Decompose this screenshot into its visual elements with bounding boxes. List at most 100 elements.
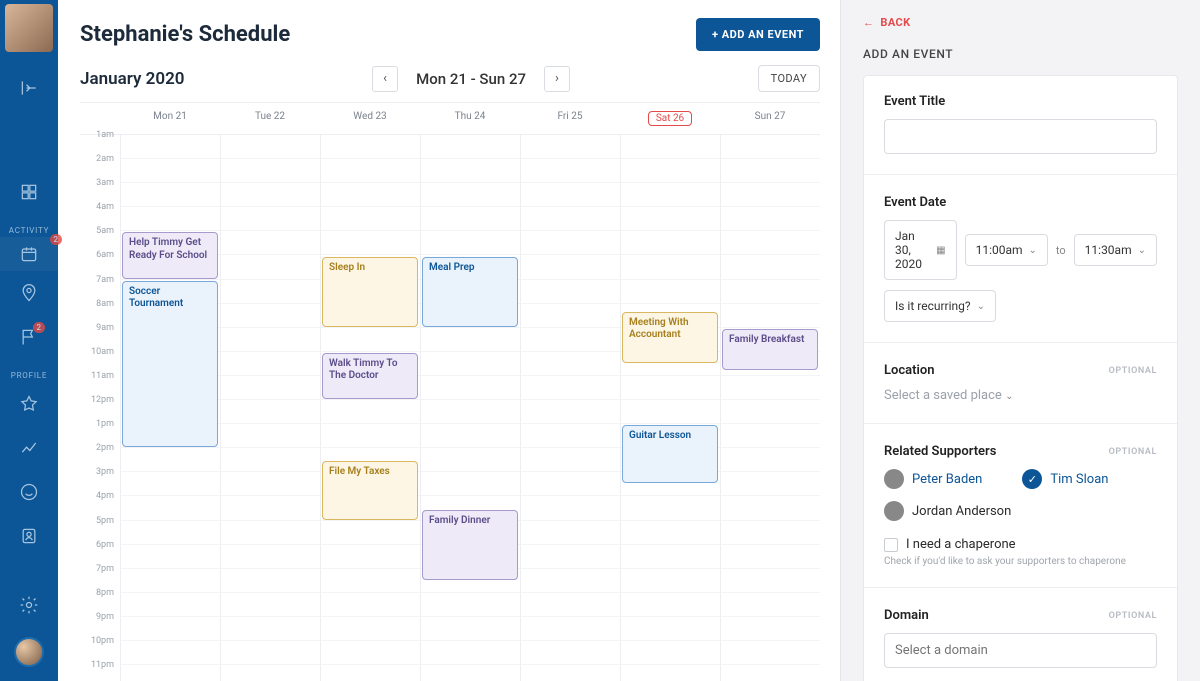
calendar-cell[interactable]	[520, 207, 620, 231]
calendar-cell[interactable]	[520, 280, 620, 304]
supporter-option[interactable]: Jordan Anderson	[884, 501, 1011, 521]
calendar-cell[interactable]	[320, 545, 420, 569]
calendar-cell[interactable]	[720, 207, 820, 231]
calendar-cell[interactable]	[720, 665, 820, 681]
calendar-cell[interactable]	[520, 448, 620, 472]
calendar-cell[interactable]	[520, 472, 620, 496]
chat-icon[interactable]	[17, 480, 41, 504]
dashboard-icon[interactable]	[17, 180, 41, 204]
calendar-cell[interactable]	[520, 304, 620, 328]
calendar-cell[interactable]	[720, 496, 820, 520]
calendar-cell[interactable]	[720, 617, 820, 641]
calendar-event[interactable]: Sleep In	[322, 257, 418, 327]
calendar-cell[interactable]	[320, 400, 420, 424]
calendar-cell[interactable]	[620, 521, 720, 545]
calendar-cell[interactable]	[520, 617, 620, 641]
location-icon[interactable]	[17, 281, 41, 305]
calendar-event[interactable]: Meal Prep	[422, 257, 518, 327]
calendar-cell[interactable]	[120, 521, 220, 545]
calendar-event[interactable]: Help Timmy Get Ready For School	[122, 232, 218, 278]
calendar-cell[interactable]	[320, 665, 420, 681]
calendar-cell[interactable]	[720, 424, 820, 448]
calendar-cell[interactable]	[520, 593, 620, 617]
calendar-cell[interactable]	[220, 328, 320, 352]
calendar-cell[interactable]	[420, 376, 520, 400]
calendar-cell[interactable]	[520, 545, 620, 569]
calendar-event[interactable]: Soccer Tournament	[122, 281, 218, 448]
calendar-cell[interactable]	[220, 641, 320, 665]
calendar-cell[interactable]	[520, 135, 620, 159]
date-picker[interactable]: Jan 30, 2020 ▦	[884, 220, 957, 280]
calendar-cell[interactable]	[720, 255, 820, 279]
calendar-cell[interactable]	[620, 376, 720, 400]
calendar-cell[interactable]	[520, 641, 620, 665]
calendar-cell[interactable]	[620, 593, 720, 617]
calendar-cell[interactable]	[320, 641, 420, 665]
calendar-cell[interactable]	[220, 207, 320, 231]
calendar-cell[interactable]	[120, 569, 220, 593]
calendar-cell[interactable]	[120, 448, 220, 472]
calendar-event[interactable]: Family Dinner	[422, 510, 518, 580]
calendar-cell[interactable]	[220, 665, 320, 681]
chaperone-checkbox[interactable]	[884, 538, 898, 552]
calendar-cell[interactable]	[620, 183, 720, 207]
today-button[interactable]: TODAY	[758, 65, 820, 92]
calendar-cell[interactable]	[420, 448, 520, 472]
back-link[interactable]: ← BACK	[863, 16, 1178, 29]
calendar-cell[interactable]	[620, 207, 720, 231]
calendar-cell[interactable]	[520, 328, 620, 352]
settings-icon[interactable]	[17, 593, 41, 617]
next-week-button[interactable]: ›	[544, 66, 570, 92]
calendar-cell[interactable]	[220, 448, 320, 472]
calendar-cell[interactable]	[220, 400, 320, 424]
calendar-cell[interactable]	[620, 231, 720, 255]
calendar-event[interactable]: File My Taxes	[322, 461, 418, 519]
calendar-cell[interactable]	[120, 207, 220, 231]
calendar-cell[interactable]	[620, 569, 720, 593]
calendar-cell[interactable]	[520, 376, 620, 400]
calendar-cell[interactable]	[520, 521, 620, 545]
calendar-cell[interactable]	[420, 424, 520, 448]
calendar-cell[interactable]	[420, 159, 520, 183]
location-select[interactable]: Select a saved place ⌄	[884, 388, 1157, 403]
star-icon[interactable]	[17, 392, 41, 416]
calendar-cell[interactable]	[720, 231, 820, 255]
collapse-icon[interactable]	[17, 76, 41, 100]
calendar-cell[interactable]	[620, 617, 720, 641]
calendar-cell[interactable]	[520, 424, 620, 448]
user-avatar[interactable]	[5, 4, 53, 52]
calendar-event[interactable]: Family Breakfast	[722, 329, 818, 370]
calendar-cell[interactable]	[220, 352, 320, 376]
calendar-cell[interactable]	[420, 593, 520, 617]
calendar-cell[interactable]	[720, 159, 820, 183]
calendar-icon[interactable]: 2	[0, 237, 58, 271]
calendar-cell[interactable]	[620, 665, 720, 681]
calendar-cell[interactable]	[420, 665, 520, 681]
calendar-cell[interactable]	[120, 159, 220, 183]
calendar-cell[interactable]	[620, 280, 720, 304]
calendar-cell[interactable]	[420, 352, 520, 376]
calendar-cell[interactable]	[520, 400, 620, 424]
calendar-cell[interactable]	[220, 617, 320, 641]
calendar-cell[interactable]	[720, 521, 820, 545]
calendar-cell[interactable]	[120, 545, 220, 569]
calendar-cell[interactable]	[420, 400, 520, 424]
calendar-cell[interactable]	[220, 472, 320, 496]
calendar-cell[interactable]	[120, 617, 220, 641]
calendar-cell[interactable]	[320, 521, 420, 545]
calendar-cell[interactable]	[220, 304, 320, 328]
calendar-cell[interactable]	[420, 135, 520, 159]
supporter-option[interactable]: ✓Tim Sloan	[1022, 469, 1108, 489]
calendar-cell[interactable]	[220, 255, 320, 279]
domain-select[interactable]	[884, 633, 1157, 668]
calendar-cell[interactable]	[520, 231, 620, 255]
calendar-cell[interactable]	[520, 352, 620, 376]
calendar-cell[interactable]	[620, 496, 720, 520]
calendar-cell[interactable]	[120, 496, 220, 520]
calendar-cell[interactable]	[720, 569, 820, 593]
calendar-cell[interactable]	[320, 159, 420, 183]
calendar-cell[interactable]	[220, 280, 320, 304]
calendar-cell[interactable]	[120, 641, 220, 665]
profile-icon[interactable]	[17, 524, 41, 548]
calendar-cell[interactable]	[320, 424, 420, 448]
